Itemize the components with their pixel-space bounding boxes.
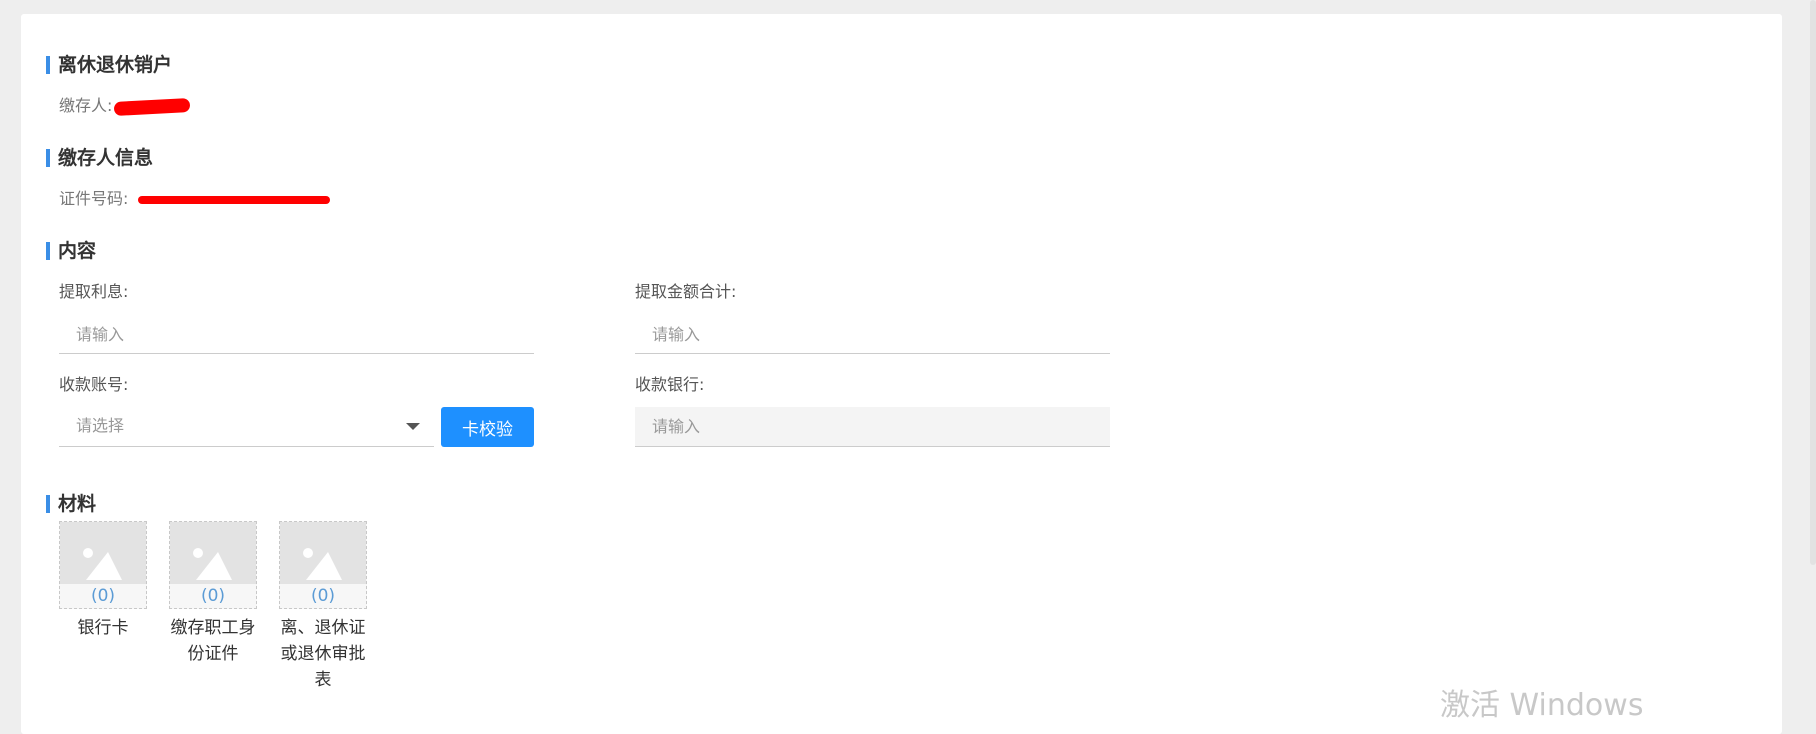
bank-input[interactable]	[635, 407, 1110, 447]
material-label: 银行卡	[77, 618, 129, 638]
depositor-row: 缴存人:	[59, 94, 191, 118]
account-select[interactable]: 请选择	[59, 407, 434, 447]
caret-down-icon	[406, 423, 420, 430]
material-count: (0)	[90, 586, 116, 606]
id-number-label: 证件号码:	[59, 189, 129, 208]
section-title-retire-close: 离休退休销户	[46, 54, 172, 76]
main-card: 离休退休销户 缴存人: 缴存人信息 证件号码: 内容 提取利息: 提取金额合计:…	[21, 14, 1782, 734]
image-placeholder-icon	[170, 522, 256, 584]
interest-label: 提取利息:	[59, 282, 129, 301]
account-label: 收款账号:	[59, 375, 129, 394]
section-title-depositor-info: 缴存人信息	[46, 147, 153, 169]
material-label: 缴存职工身份证件	[170, 618, 256, 664]
windows-activation-watermark: 激活 Windows	[1440, 688, 1644, 723]
redaction-mark	[138, 195, 331, 204]
material-upload-bank-card[interactable]: (0)	[59, 521, 147, 609]
total-amount-label: 提取金额合计:	[635, 282, 737, 301]
scrollbar[interactable]	[1810, 0, 1816, 565]
total-amount-input[interactable]	[635, 316, 1110, 354]
material-count: (0)	[200, 586, 226, 606]
section-title-content: 内容	[46, 240, 96, 262]
depositor-label: 缴存人:	[59, 96, 113, 115]
section-title-materials: 材料	[46, 493, 96, 515]
image-placeholder-icon	[60, 522, 146, 584]
material-upload-id-card[interactable]: (0)	[169, 521, 257, 609]
bank-label: 收款银行:	[635, 375, 705, 394]
interest-input[interactable]	[59, 316, 534, 354]
id-number-row: 证件号码:	[59, 187, 331, 211]
redaction-mark	[114, 97, 191, 116]
account-select-placeholder: 请选择	[76, 416, 125, 435]
material-count: (0)	[310, 586, 336, 606]
image-placeholder-icon	[280, 522, 366, 584]
material-upload-retirement-cert[interactable]: (0)	[279, 521, 367, 609]
card-verify-button[interactable]: 卡校验	[441, 407, 534, 447]
material-label: 离、退休证或退休审批表	[280, 618, 366, 690]
